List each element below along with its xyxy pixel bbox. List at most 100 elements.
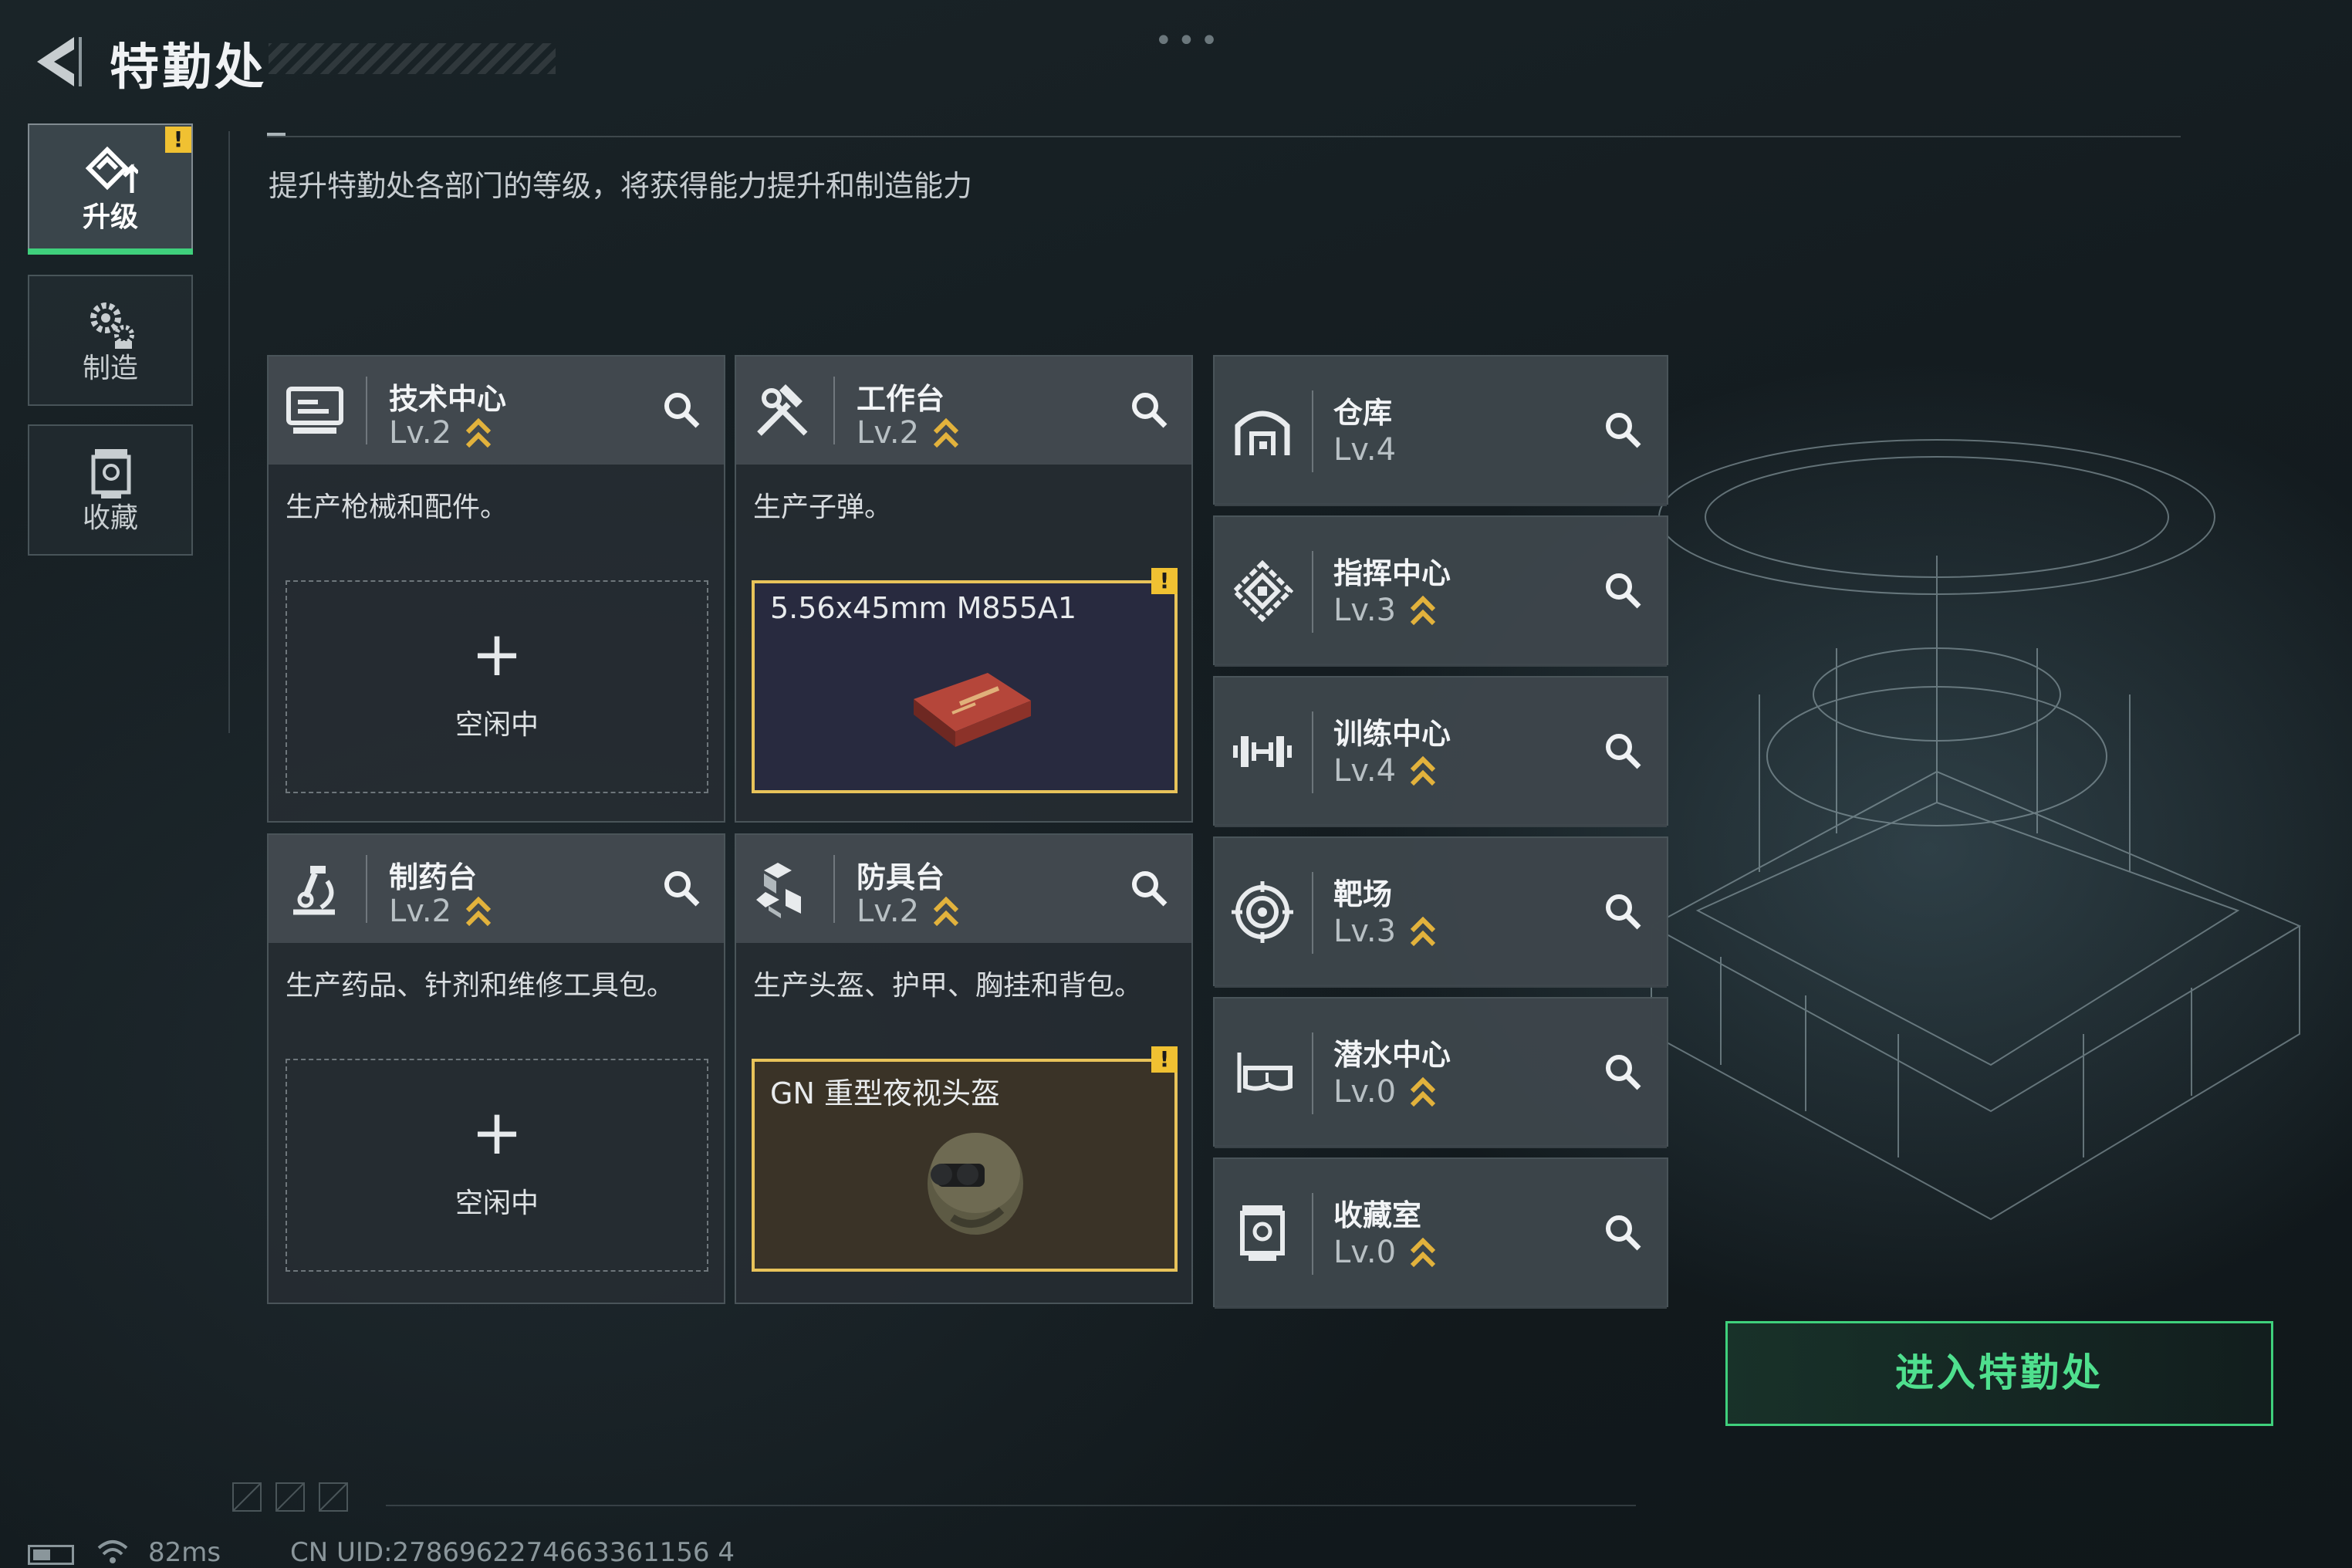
more-dots-icon[interactable]: ••• xyxy=(1154,23,1223,59)
building-name: 仓库 xyxy=(1333,396,1393,430)
level-up-chevron-icon xyxy=(465,897,492,927)
card-header: 靶场 Lv.3 xyxy=(1215,838,1667,988)
battery-icon xyxy=(28,1545,74,1565)
craft-slot-empty[interactable]: + 空闲中 xyxy=(286,1059,708,1272)
card-header: 指挥中心 Lv.3 xyxy=(1215,517,1667,667)
night-vision-helmet-icon xyxy=(928,1133,1023,1235)
search-icon[interactable] xyxy=(1127,866,1173,912)
card-header: 潜水中心 Lv.0 xyxy=(1215,999,1667,1148)
search-icon[interactable] xyxy=(1600,889,1647,935)
warehouse-icon xyxy=(1235,411,1290,455)
user-uid: CN UID:2786962274663361156 4 xyxy=(290,1537,735,1568)
footer-decoration xyxy=(232,1482,348,1512)
add-icon: + xyxy=(471,618,523,690)
building-level: Lv.0 xyxy=(1333,1235,1397,1270)
ammo-box-icon xyxy=(914,673,1031,747)
building-name: 靶场 xyxy=(1333,877,1393,911)
add-icon: + xyxy=(471,1097,523,1168)
department-description: 生产子弹。 xyxy=(753,492,893,523)
wifi-icon xyxy=(97,1540,128,1563)
building-card-command[interactable]: 指挥中心 Lv.3 xyxy=(1213,515,1668,667)
craft-slot-active[interactable]: 5.56x45mm M855A1 ! xyxy=(752,568,1178,793)
card-separator xyxy=(1312,1193,1313,1275)
level-up-chevron-icon xyxy=(933,897,959,927)
card-separator xyxy=(366,855,367,923)
facility-blueprint-art xyxy=(1649,439,2302,1221)
department-name: 制药台 xyxy=(389,860,478,894)
building-level: Lv.3 xyxy=(1333,914,1397,949)
building-card-warehouse[interactable]: 仓库 Lv.4 xyxy=(1213,355,1668,506)
card-separator xyxy=(1312,551,1313,633)
search-icon[interactable] xyxy=(1600,1049,1647,1096)
department-card-armor[interactable]: 防具台 Lv.2 生产头盔、护甲、胸挂和背包。 GN 重型夜视头盔 ! xyxy=(735,833,1193,1304)
building-name: 训练中心 xyxy=(1333,717,1451,751)
department-card-tech-center[interactable]: 技术中心 Lv.2 生产枪械和配件。 + 空闲中 xyxy=(267,355,725,823)
enter-facility-button[interactable]: 进入特勤处 xyxy=(1725,1321,2273,1426)
search-icon[interactable] xyxy=(1600,407,1647,454)
tab-collection[interactable]: 收藏 xyxy=(28,424,193,556)
building-card-shooting-range[interactable]: 靶场 Lv.3 xyxy=(1213,836,1668,988)
card-separator xyxy=(1312,390,1313,472)
department-level: Lv.2 xyxy=(389,415,452,451)
card-header: 收藏室 Lv.0 xyxy=(1215,1159,1667,1309)
building-level: Lv.4 xyxy=(1333,432,1397,468)
collection-icon xyxy=(91,449,131,498)
search-icon[interactable] xyxy=(1600,728,1647,775)
building-level: Lv.3 xyxy=(1333,593,1397,628)
crafting-item-name: GN 重型夜视头盔 xyxy=(770,1076,1000,1110)
level-up-chevron-icon xyxy=(1410,917,1436,947)
craft-slot-active[interactable]: GN 重型夜视头盔 ! xyxy=(752,1046,1178,1272)
search-icon[interactable] xyxy=(659,866,705,912)
building-card-diving[interactable]: 潜水中心 Lv.0 xyxy=(1213,997,1668,1148)
crafting-item-name: 5.56x45mm M855A1 xyxy=(770,591,1077,625)
armor-blocks-icon xyxy=(756,863,801,918)
building-card-training[interactable]: 训练中心 Lv.4 xyxy=(1213,676,1668,827)
page-description: 提升特勤处各部门的等级，将获得能力提升和制造能力 xyxy=(269,169,973,203)
card-header: 制药台 Lv.2 xyxy=(269,835,724,943)
card-separator xyxy=(833,377,835,444)
footer-divider xyxy=(386,1505,1636,1506)
department-level: Lv.2 xyxy=(857,415,920,451)
card-separator xyxy=(1312,1032,1313,1114)
title-decoration xyxy=(269,43,556,74)
slot-status: 空闲中 xyxy=(455,709,539,741)
slot-status: 空闲中 xyxy=(455,1188,539,1219)
card-separator xyxy=(1312,711,1313,793)
craft-slot-empty[interactable]: + 空闲中 xyxy=(286,580,708,793)
search-icon[interactable] xyxy=(659,387,705,434)
diving-mask-icon xyxy=(1237,1053,1293,1093)
building-level: Lv.4 xyxy=(1333,753,1397,789)
warning-badge: ! xyxy=(1151,568,1178,594)
department-description: 生产药品、针剂和维修工具包。 xyxy=(286,970,675,1002)
department-description: 生产枪械和配件。 xyxy=(286,492,509,523)
level-up-chevron-icon xyxy=(933,418,959,448)
department-card-workbench[interactable]: 工作台 Lv.2 生产子弹。 5.56x45mm M855A1 ! xyxy=(735,355,1193,823)
department-card-pharmacy[interactable]: 制药台 Lv.2 生产药品、针剂和维修工具包。 + 空闲中 xyxy=(267,833,725,1304)
microscope-icon xyxy=(293,866,335,915)
card-header: 防具台 Lv.2 xyxy=(736,835,1191,943)
back-arrow-icon[interactable] xyxy=(28,31,90,93)
card-header: 训练中心 Lv.4 xyxy=(1215,678,1667,827)
tab-collection-label: 收藏 xyxy=(82,502,138,534)
department-description: 生产头盔、护甲、胸挂和背包。 xyxy=(753,970,1143,1002)
target-icon xyxy=(1232,881,1293,943)
tab-divider xyxy=(228,131,230,733)
tab-craft-label: 制造 xyxy=(82,353,138,384)
header-divider-mark xyxy=(267,133,286,136)
level-up-chevron-icon xyxy=(1410,1238,1436,1268)
card-separator xyxy=(833,855,835,923)
department-name: 防具台 xyxy=(857,860,945,894)
building-name: 指挥中心 xyxy=(1333,556,1451,590)
department-name: 工作台 xyxy=(857,382,945,416)
ping-display: 82ms xyxy=(148,1537,221,1568)
tab-upgrade[interactable]: 升级 ! xyxy=(28,123,193,255)
card-header: 工作台 Lv.2 xyxy=(736,357,1191,465)
search-icon[interactable] xyxy=(1127,387,1173,434)
search-icon[interactable] xyxy=(1600,1210,1647,1256)
upgrade-icon xyxy=(85,146,138,193)
tab-craft[interactable]: 制造 xyxy=(28,275,193,406)
card-separator xyxy=(1312,872,1313,954)
department-name: 技术中心 xyxy=(389,382,507,416)
search-icon[interactable] xyxy=(1600,568,1647,614)
building-card-collection-room[interactable]: 收藏室 Lv.0 xyxy=(1213,1157,1668,1309)
